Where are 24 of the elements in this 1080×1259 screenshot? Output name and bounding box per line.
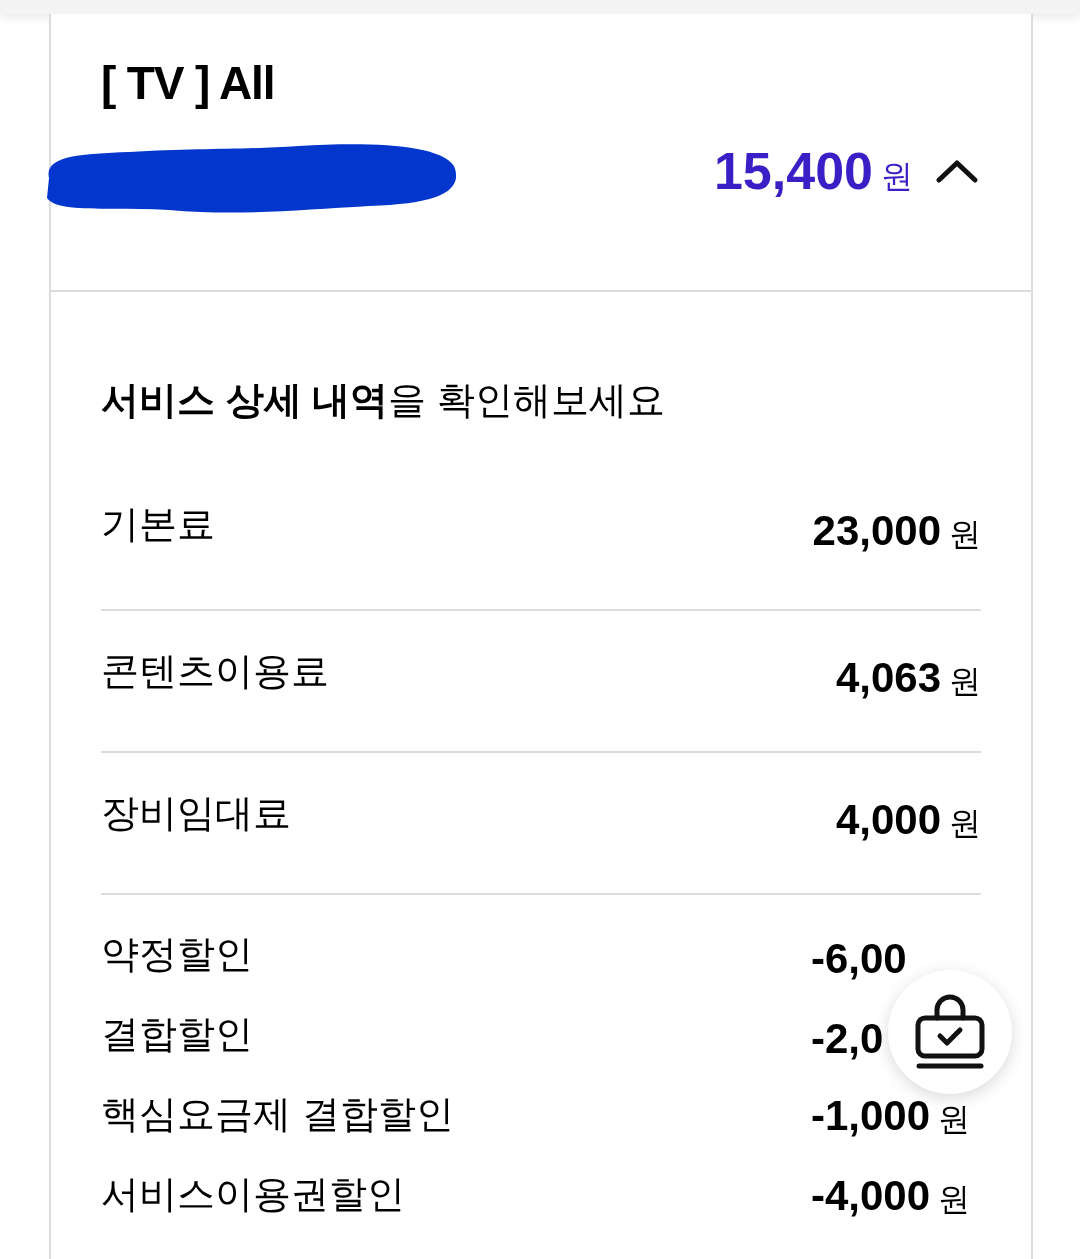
amount: 4,000 — [835, 799, 941, 841]
currency-unit: 원 — [949, 804, 981, 843]
charge-label: 기본료 — [101, 501, 215, 547]
section-heading: 서비스 상세 내역을 확인해보세요 — [101, 378, 666, 423]
lock-check-icon — [915, 994, 985, 1070]
chevron-up-icon — [936, 159, 978, 183]
currency-unit: 원 — [938, 1180, 971, 1219]
currency-unit: 원 — [949, 662, 981, 701]
amount: -2,0 — [811, 1018, 884, 1060]
currency-unit: 원 — [949, 515, 981, 554]
amount: -1,000 — [811, 1095, 931, 1137]
charge-label: 콘텐츠이용료 — [101, 648, 329, 694]
amount: 4,063 — [835, 657, 941, 699]
discount-label: 핵심요금제 결합할인 — [101, 1091, 454, 1137]
discount-label: 서비스이용권할인 — [101, 1171, 405, 1217]
total-amount: 15,400 — [713, 145, 873, 197]
currency-unit: 원 — [881, 157, 913, 196]
charge-label: 장비임대료 — [101, 790, 291, 836]
amount: -4,000 — [811, 1175, 931, 1217]
discount-label: 결합할인 — [101, 1011, 253, 1057]
discount-label: 약정할인 — [101, 931, 253, 977]
amount: 23,000 — [812, 510, 941, 552]
currency-unit: 원 — [938, 1100, 971, 1139]
amount: -6,00 — [811, 938, 907, 980]
